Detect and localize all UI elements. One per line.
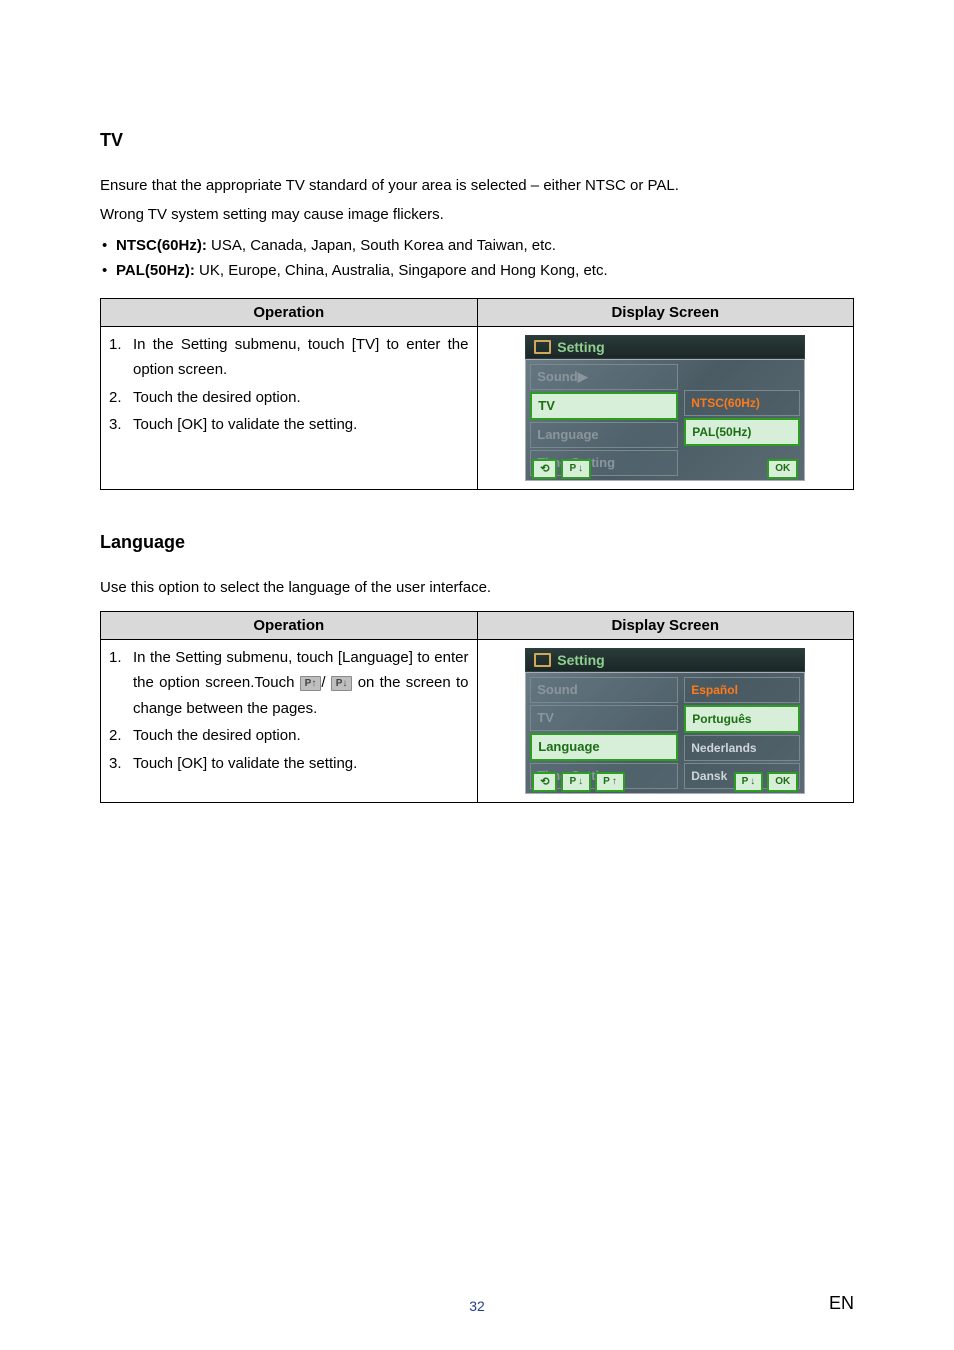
language-intro: Use this option to select the language o…	[100, 576, 854, 599]
lang-step-1: In the Setting submenu, touch [Language]…	[109, 645, 469, 722]
opt-nederlands[interactable]: Nederlands	[684, 735, 800, 761]
bullet-pal-text: UK, Europe, China, Australia, Singapore …	[195, 262, 608, 279]
tv-intro-1: Ensure that the appropriate TV standard …	[100, 174, 854, 197]
page-up-icon: P↑	[300, 676, 322, 691]
tv-screen-mock: Setting Sound▶ TV Language Time Setting …	[525, 335, 805, 481]
lang-screen-title: Setting	[557, 652, 604, 668]
tv-step-3: Touch [OK] to validate the setting.	[109, 412, 469, 438]
btn-back[interactable]	[532, 459, 557, 479]
menu-language[interactable]: Language	[530, 422, 678, 448]
btn-ok-2[interactable]: OK	[767, 772, 798, 792]
bullet-ntsc-label: NTSC(60Hz):	[116, 237, 207, 254]
lang-screen-title-bar: Setting	[525, 648, 805, 672]
th-display-lang: Display Screen	[477, 611, 854, 639]
footer-lang: EN	[829, 1293, 854, 1314]
table-language: Operation Display Screen In the Setting …	[100, 611, 854, 803]
bullet-ntsc-text: USA, Canada, Japan, South Korea and Taiw…	[207, 237, 556, 254]
opt-pal[interactable]: PAL(50Hz)	[684, 418, 800, 446]
bullet-pal: PAL(50Hz): UK, Europe, China, Australia,…	[100, 258, 854, 284]
tv-screen-title: Setting	[557, 339, 604, 355]
tv-screen-title-bar: Setting	[525, 335, 805, 359]
opt-portugues[interactable]: Português	[684, 705, 800, 733]
page-number: 32	[100, 1298, 854, 1314]
tv-step-2: Touch the desired option.	[109, 385, 469, 411]
setting-icon	[534, 653, 551, 667]
menu-tv-2[interactable]: TV	[530, 705, 678, 731]
menu-tv[interactable]: TV	[530, 392, 678, 420]
bullet-ntsc: NTSC(60Hz): USA, Canada, Japan, South Ko…	[100, 233, 854, 259]
tv-step-1: In the Setting submenu, touch [TV] to en…	[109, 332, 469, 383]
th-operation-lang: Operation	[101, 611, 478, 639]
table-tv: Operation Display Screen In the Setting …	[100, 298, 854, 490]
btn-back-2[interactable]	[532, 772, 557, 792]
th-display-tv: Display Screen	[477, 298, 854, 326]
setting-icon	[534, 340, 551, 354]
menu-sound[interactable]: Sound▶	[530, 364, 678, 390]
lang-step-3: Touch [OK] to validate the setting.	[109, 751, 469, 777]
bullet-pal-label: PAL(50Hz):	[116, 262, 195, 279]
btn-page-down-3[interactable]: P	[734, 772, 764, 792]
btn-page-up-2[interactable]: P	[595, 772, 625, 792]
lang-screen-mock: Setting Sound TV Language Time Setting E…	[525, 648, 805, 794]
tv-intro-2: Wrong TV system setting may cause image …	[100, 203, 854, 226]
heading-language: Language	[100, 532, 854, 553]
heading-tv: TV	[100, 130, 854, 151]
opt-ntsc[interactable]: NTSC(60Hz)	[684, 390, 800, 416]
btn-ok[interactable]: OK	[767, 459, 798, 479]
page-down-icon: P↓	[331, 676, 353, 691]
btn-page-down[interactable]: P	[561, 459, 591, 479]
th-operation-tv: Operation	[101, 298, 478, 326]
btn-page-down-2[interactable]: P	[561, 772, 591, 792]
menu-sound-2[interactable]: Sound	[530, 677, 678, 703]
lang-step-2: Touch the desired option.	[109, 723, 469, 749]
opt-espanol[interactable]: Español	[684, 677, 800, 703]
menu-language-2[interactable]: Language	[530, 733, 678, 761]
